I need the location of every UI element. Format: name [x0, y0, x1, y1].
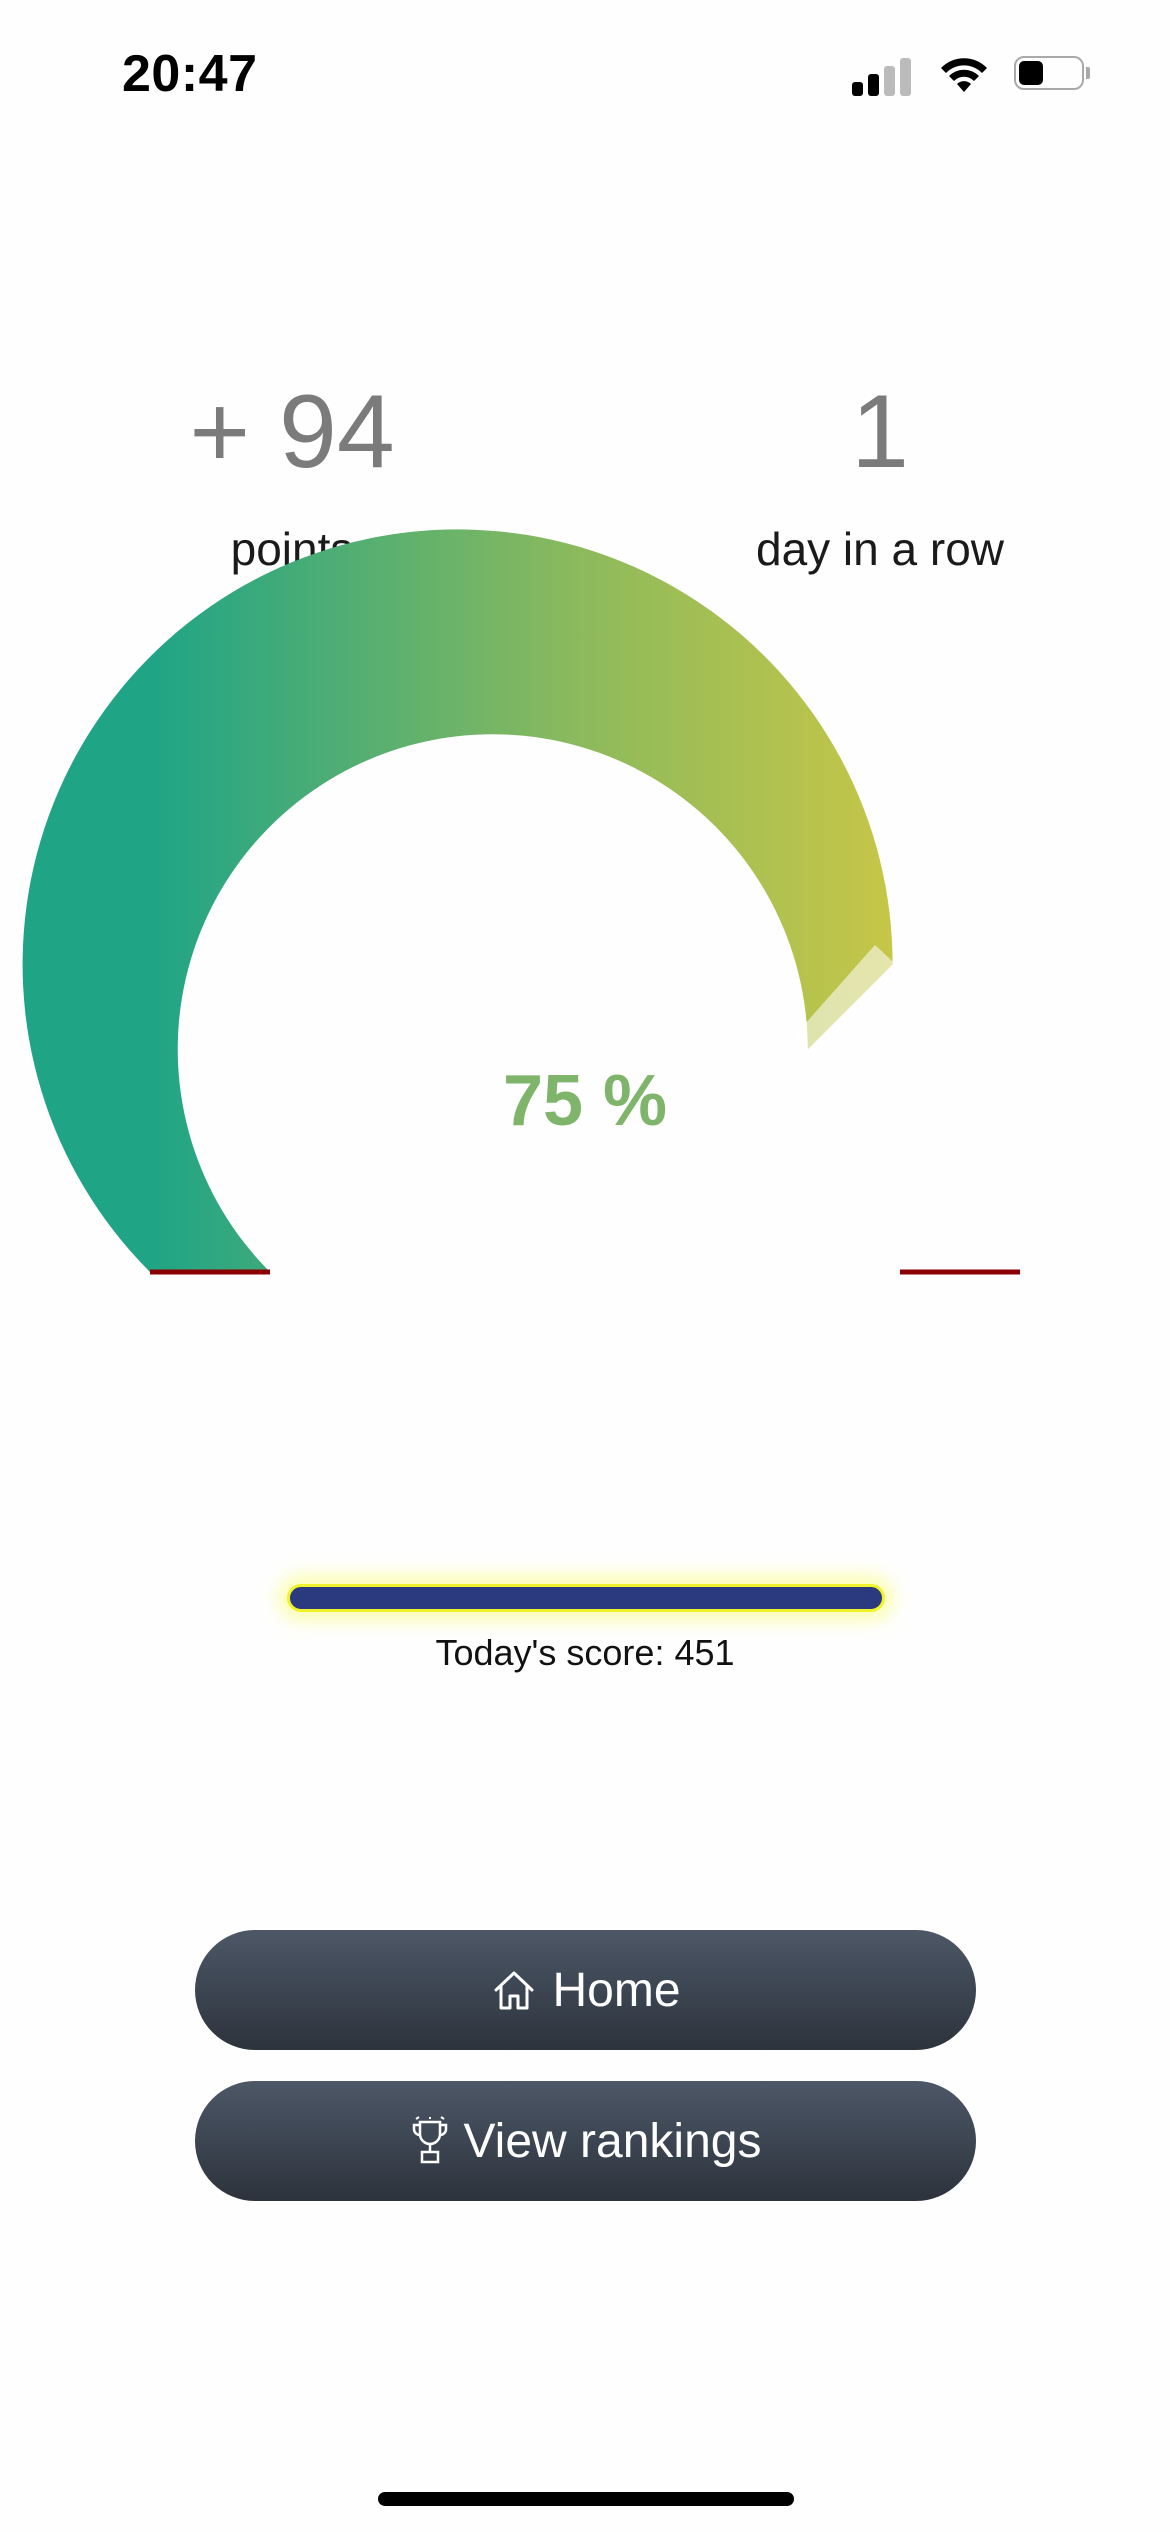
- view-rankings-button-label: View rankings: [463, 2114, 762, 2168]
- score-gauge: [22, 529, 1020, 1275]
- gauge-arc: [22, 529, 893, 1272]
- trophy-icon: [412, 2116, 447, 2164]
- house-icon: [494, 1971, 534, 2010]
- score-progress-bar: [287, 1584, 885, 1612]
- home-button[interactable]: Home: [195, 1930, 976, 2050]
- view-rankings-button[interactable]: View rankings: [195, 2081, 976, 2201]
- score-label: Today's score: 451: [435, 1632, 735, 1673]
- home-button-label: Home: [552, 1963, 681, 2017]
- home-indicator[interactable]: [378, 2492, 794, 2506]
- gauge-percent: 75 %: [502, 1061, 668, 1141]
